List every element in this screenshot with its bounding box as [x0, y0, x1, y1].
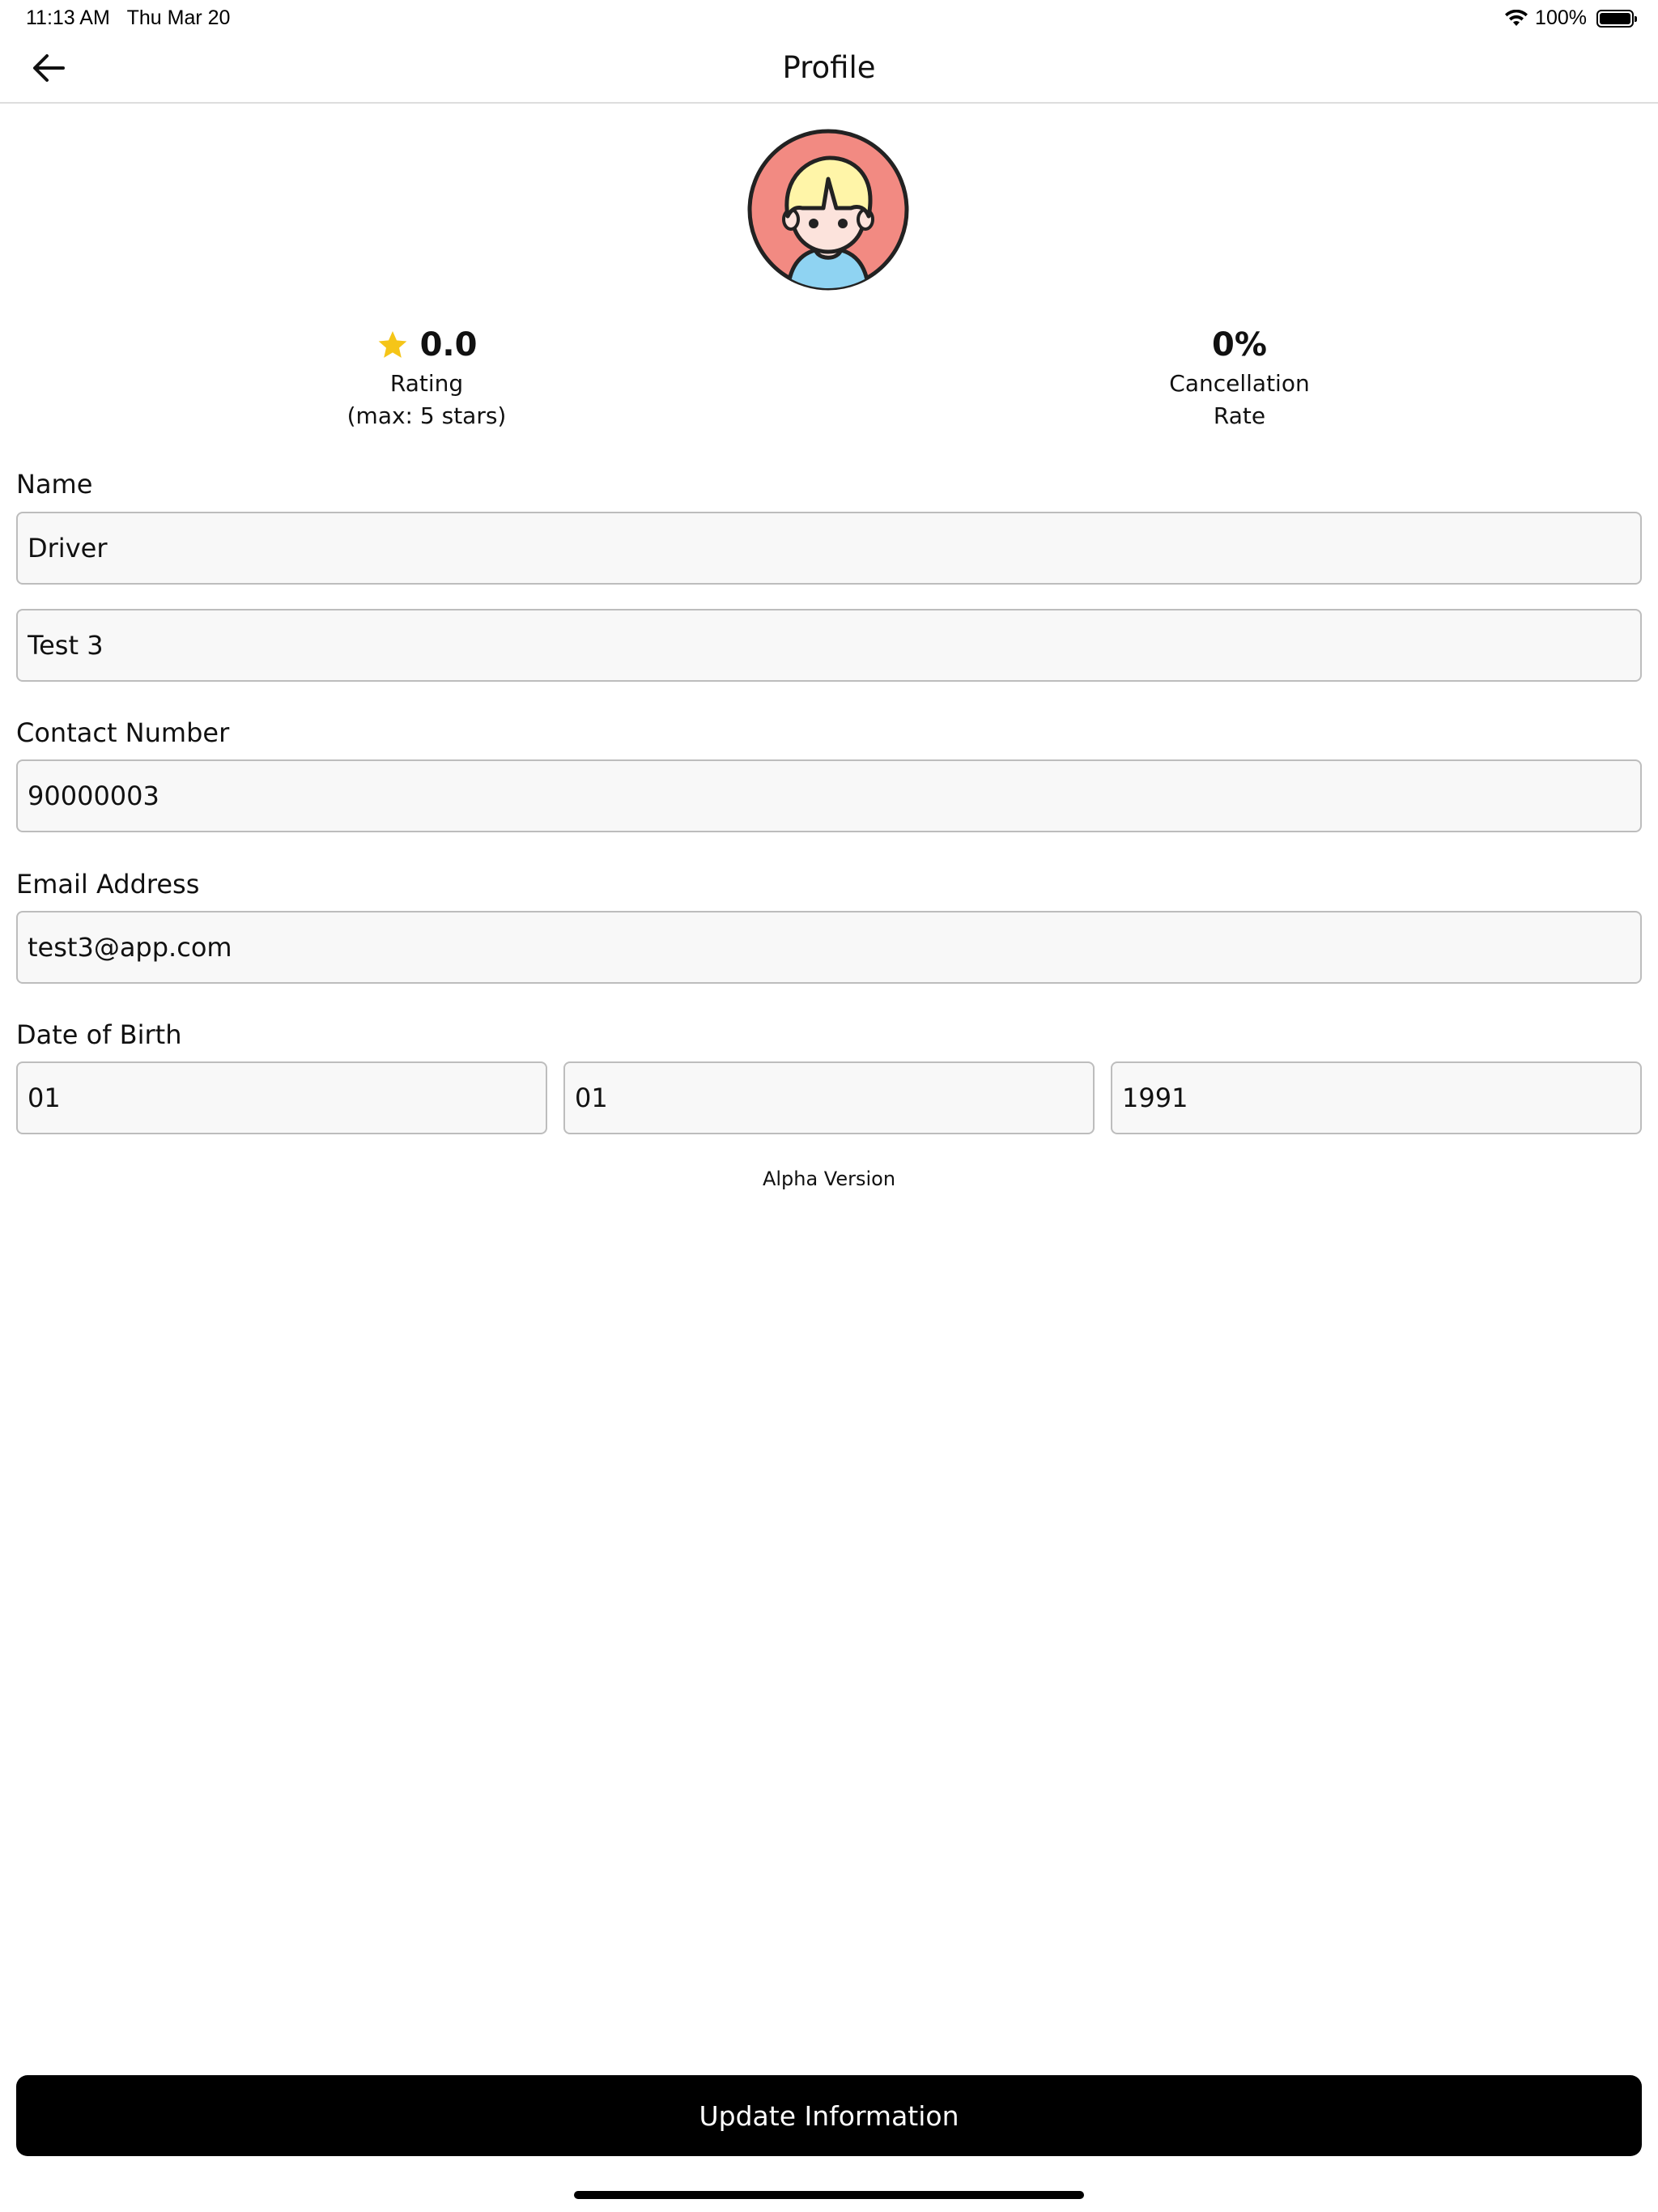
status-indicators: 100%	[1504, 6, 1637, 30]
cancellation-label: Cancellation	[1169, 370, 1310, 397]
status-time: 11:13 AM	[26, 6, 110, 29]
name-label: Name	[16, 469, 93, 500]
page-title: Profile	[782, 50, 876, 85]
contact-number-label: Contact Number	[16, 717, 230, 748]
avatar[interactable]	[746, 127, 911, 292]
date-of-birth-label: Date of Birth	[16, 1019, 182, 1050]
star-icon	[378, 331, 406, 358]
status-date: Thu Mar 20	[126, 6, 231, 29]
dob-year-input[interactable]	[1111, 1061, 1642, 1134]
version-label: Alpha Version	[762, 1168, 896, 1190]
avatar-image	[747, 129, 909, 291]
rating-value-row: 0.0	[265, 322, 589, 368]
email-label: Email Address	[16, 869, 200, 900]
status-time-date: 11:13 AM Thu Mar 20	[26, 6, 230, 30]
battery-icon	[1596, 9, 1637, 28]
cancellation-label-rate: Rate	[1213, 402, 1266, 429]
rating-stat: 0.0 Rating (max: 5 stars)	[265, 322, 589, 432]
contact-number-input[interactable]	[16, 759, 1642, 832]
rating-label: Rating	[389, 370, 464, 397]
rating-value: 0.0	[419, 326, 478, 364]
dob-day-input[interactable]	[16, 1061, 547, 1134]
dob-month-input[interactable]	[563, 1061, 1095, 1134]
cancellation-stat: 0% Cancellation Rate	[1078, 322, 1401, 432]
email-input[interactable]	[16, 911, 1642, 984]
home-indicator	[574, 2191, 1084, 2199]
header: Profile	[0, 39, 1658, 104]
wifi-icon	[1505, 9, 1528, 26]
status-bar: 11:13 AM Thu Mar 20 100%	[0, 0, 1658, 39]
battery-percentage: 100%	[1535, 6, 1587, 29]
last-name-input[interactable]	[16, 609, 1642, 682]
first-name-input[interactable]	[16, 512, 1642, 585]
battery-fill	[1600, 12, 1630, 24]
update-information-button[interactable]: Update Information	[16, 2075, 1642, 2156]
rating-label-max: (max: 5 stars)	[346, 402, 507, 429]
cancellation-value: 0%	[1212, 326, 1267, 364]
